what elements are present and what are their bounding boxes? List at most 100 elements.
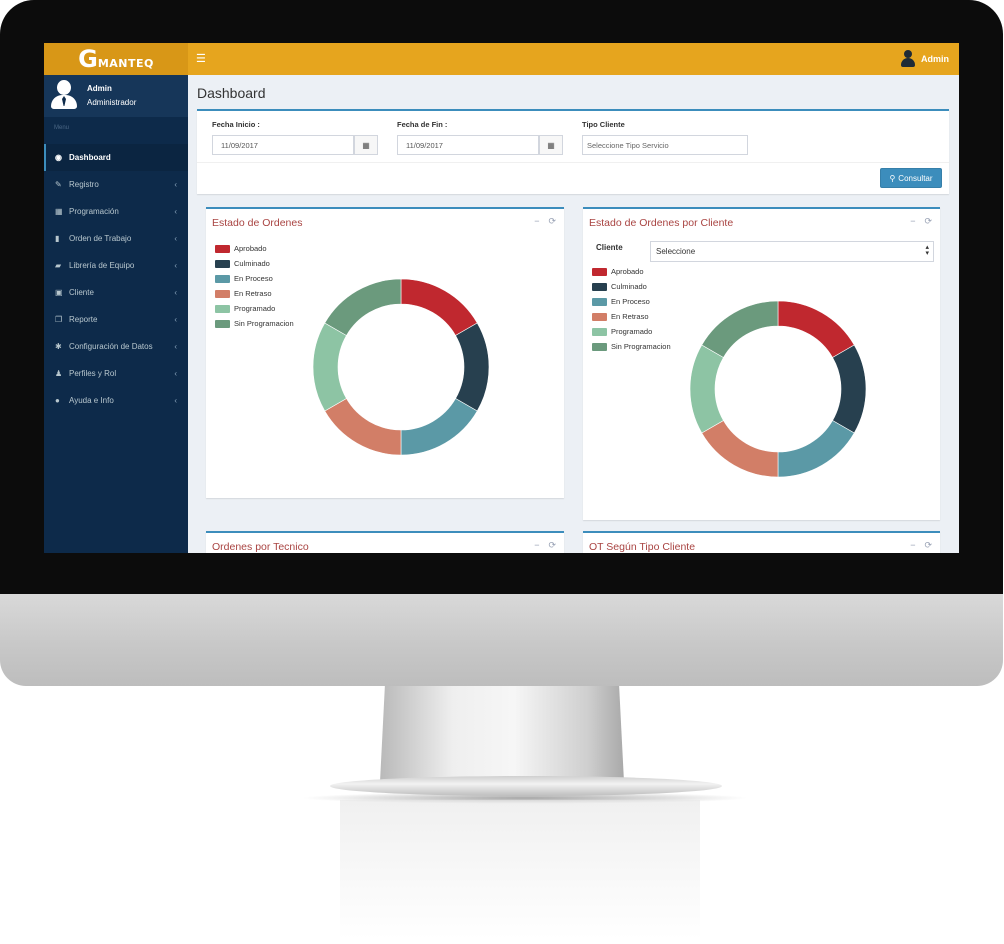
chevron-left-icon: ‹ bbox=[174, 207, 177, 216]
sidebar-user-name: Admin bbox=[87, 84, 112, 93]
cliente-select-value: Seleccione bbox=[656, 247, 696, 256]
fecha-inicio-input[interactable]: 11/09/2017 bbox=[212, 135, 354, 155]
chevron-left-icon: ‹ bbox=[174, 261, 177, 270]
refresh-icon[interactable]: ⟳ bbox=[924, 216, 932, 227]
sidebar-item-dashboard[interactable]: ◉ Dashboard bbox=[44, 144, 188, 171]
donut-slice-culminado[interactable] bbox=[455, 322, 490, 412]
sidebar-item-programacion[interactable]: ▦ Programación ‹ bbox=[44, 198, 188, 225]
brand-logo[interactable]: G MANTEQ bbox=[44, 43, 188, 75]
sidebar-item-perfiles-y-rol[interactable]: ♟ Perfiles y Rol ‹ bbox=[44, 360, 188, 387]
box-tools: − ⟳ bbox=[534, 216, 556, 227]
donut-slice-en-retraso[interactable] bbox=[701, 420, 779, 478]
gear-icon: ✱ bbox=[55, 342, 62, 351]
sidebar-item-libreria-de-equipo[interactable]: ▰ Librería de Equipo ‹ bbox=[44, 252, 188, 279]
legend-swatch bbox=[592, 327, 607, 336]
calendar-icon[interactable]: ▦ bbox=[539, 135, 563, 155]
legend-swatch bbox=[215, 259, 230, 268]
legend-label: Culminado bbox=[234, 259, 270, 268]
donut-slice-culminado[interactable] bbox=[832, 344, 867, 434]
chevron-left-icon: ‹ bbox=[174, 342, 177, 351]
donut-slice-aprobado[interactable] bbox=[400, 278, 478, 336]
sidebar-item-orden-de-trabajo[interactable]: ▮ Orden de Trabajo ‹ bbox=[44, 225, 188, 252]
refresh-icon[interactable]: ⟳ bbox=[548, 216, 556, 227]
donut-slice-aprobado[interactable] bbox=[777, 300, 855, 358]
monitor-stand-base bbox=[330, 776, 722, 796]
filter-box: Fecha Inicio : 11/09/2017 ▦ Fecha de Fin… bbox=[197, 109, 949, 194]
sidebar-item-label: Librería de Equipo bbox=[69, 261, 135, 270]
sidebar-item-label: Ayuda e Info bbox=[69, 396, 114, 405]
donut-slice-en-proceso[interactable] bbox=[777, 420, 855, 478]
sidebar-user-panel: Admin Administrador bbox=[44, 75, 188, 117]
search-icon: ⚲ bbox=[889, 173, 896, 183]
legend-label: Programado bbox=[234, 304, 276, 313]
estado-ordenes-donut-chart bbox=[312, 278, 490, 456]
app-screen: G MANTEQ ☰ Admin Admin Administrador Men… bbox=[44, 43, 959, 553]
user-menu[interactable]: Admin bbox=[901, 50, 949, 68]
sidebar-item-cliente[interactable]: ▣ Cliente ‹ bbox=[44, 279, 188, 306]
legend-item: Aprobado bbox=[592, 264, 671, 279]
book-icon: ▰ bbox=[55, 261, 62, 270]
monitor-frame: G MANTEQ ☰ Admin Admin Administrador Men… bbox=[0, 0, 1004, 944]
donut-slice-programado[interactable] bbox=[689, 344, 724, 434]
refresh-icon[interactable]: ⟳ bbox=[548, 540, 556, 551]
top-navbar: G MANTEQ ☰ Admin bbox=[44, 43, 959, 75]
hamburger-icon[interactable]: ☰ bbox=[196, 52, 206, 65]
donut-slice-en-retraso[interactable] bbox=[324, 398, 402, 456]
donut-slice-programado[interactable] bbox=[312, 322, 347, 412]
legend-swatch bbox=[592, 342, 607, 351]
box-tools: − ⟳ bbox=[534, 540, 556, 551]
cliente-select[interactable]: Seleccione ▴ ▾ bbox=[650, 241, 934, 262]
sidebar-item-label: Perfiles y Rol bbox=[69, 369, 117, 378]
legend-item: Sin Programacion bbox=[592, 339, 671, 354]
cliente-label: Cliente bbox=[596, 243, 623, 252]
sidebar-item-registro[interactable]: ✎ Registro ‹ bbox=[44, 171, 188, 198]
legend-item: En Retraso bbox=[215, 286, 294, 301]
collapse-icon[interactable]: − bbox=[910, 540, 915, 551]
edit-icon: ✎ bbox=[55, 180, 62, 189]
sidebar-item-ayuda-e-info[interactable]: ● Ayuda e Info ‹ bbox=[44, 387, 188, 414]
collapse-icon[interactable]: − bbox=[534, 540, 539, 551]
box-title: Estado de Ordenes bbox=[212, 217, 303, 229]
ot-tipo-cliente-box: OT Según Tipo Cliente − ⟳ bbox=[583, 531, 940, 553]
monitor-stand-neck bbox=[380, 686, 624, 782]
calendar-icon[interactable]: ▦ bbox=[354, 135, 378, 155]
sidebar-item-label: Programación bbox=[69, 207, 119, 216]
legend-item: Culminado bbox=[215, 256, 294, 271]
consultar-button[interactable]: ⚲ Consultar bbox=[880, 168, 942, 188]
box-title: Estado de Ordenes por Cliente bbox=[589, 217, 734, 229]
legend-swatch bbox=[215, 319, 230, 328]
estado-ordenes-cliente-box: Estado de Ordenes por Cliente − ⟳ Client… bbox=[583, 207, 940, 520]
legend-swatch bbox=[592, 282, 607, 291]
chevron-left-icon: ‹ bbox=[174, 288, 177, 297]
estado-ordenes-box: Estado de Ordenes − ⟳ Aprobado Culminado E… bbox=[206, 207, 564, 498]
sidebar-item-configuracion-de-datos[interactable]: ✱ Configuración de Datos ‹ bbox=[44, 333, 188, 360]
refresh-icon[interactable]: ⟳ bbox=[924, 540, 932, 551]
copy-icon: ❐ bbox=[55, 315, 63, 324]
donut-slice-en-proceso[interactable] bbox=[400, 398, 478, 456]
collapse-icon[interactable]: − bbox=[534, 216, 539, 227]
consultar-label: Consultar bbox=[898, 173, 933, 183]
ordenes-tecnico-box: Ordenes por Tecnico − ⟳ bbox=[206, 531, 564, 553]
box-tools: − ⟳ bbox=[910, 216, 932, 227]
legend-swatch bbox=[592, 297, 607, 306]
sidebar-item-label: Orden de Trabajo bbox=[69, 234, 132, 243]
legend-item: En Proceso bbox=[215, 271, 294, 286]
menu-header: Menu bbox=[54, 125, 70, 131]
collapse-icon[interactable]: − bbox=[910, 216, 915, 227]
tipo-cliente-input[interactable]: Seleccione Tipo Servicio bbox=[582, 135, 748, 155]
sidebar-item-label: Reporte bbox=[69, 315, 98, 324]
sidebar-item-label: Configuración de Datos bbox=[69, 342, 153, 351]
sidebar-item-label: Dashboard bbox=[69, 153, 111, 162]
legend-label: En Proceso bbox=[234, 274, 273, 283]
legend-label: En Proceso bbox=[611, 297, 650, 306]
chevron-left-icon: ‹ bbox=[174, 396, 177, 405]
main-content: Dashboard Fecha Inicio : 11/09/2017 ▦ Fe… bbox=[188, 75, 959, 553]
fecha-fin-input[interactable]: 11/09/2017 bbox=[397, 135, 539, 155]
legend-label: Programado bbox=[611, 327, 653, 336]
sidebar-item-reporte[interactable]: ❐ Reporte ‹ bbox=[44, 306, 188, 333]
donut-slice-sin-programacion[interactable] bbox=[324, 278, 402, 336]
info-icon: ● bbox=[55, 396, 60, 405]
legend-item: Programado bbox=[215, 301, 294, 316]
estado-ordenes-cliente-donut-chart bbox=[689, 300, 867, 478]
donut-slice-sin-programacion[interactable] bbox=[701, 300, 779, 358]
